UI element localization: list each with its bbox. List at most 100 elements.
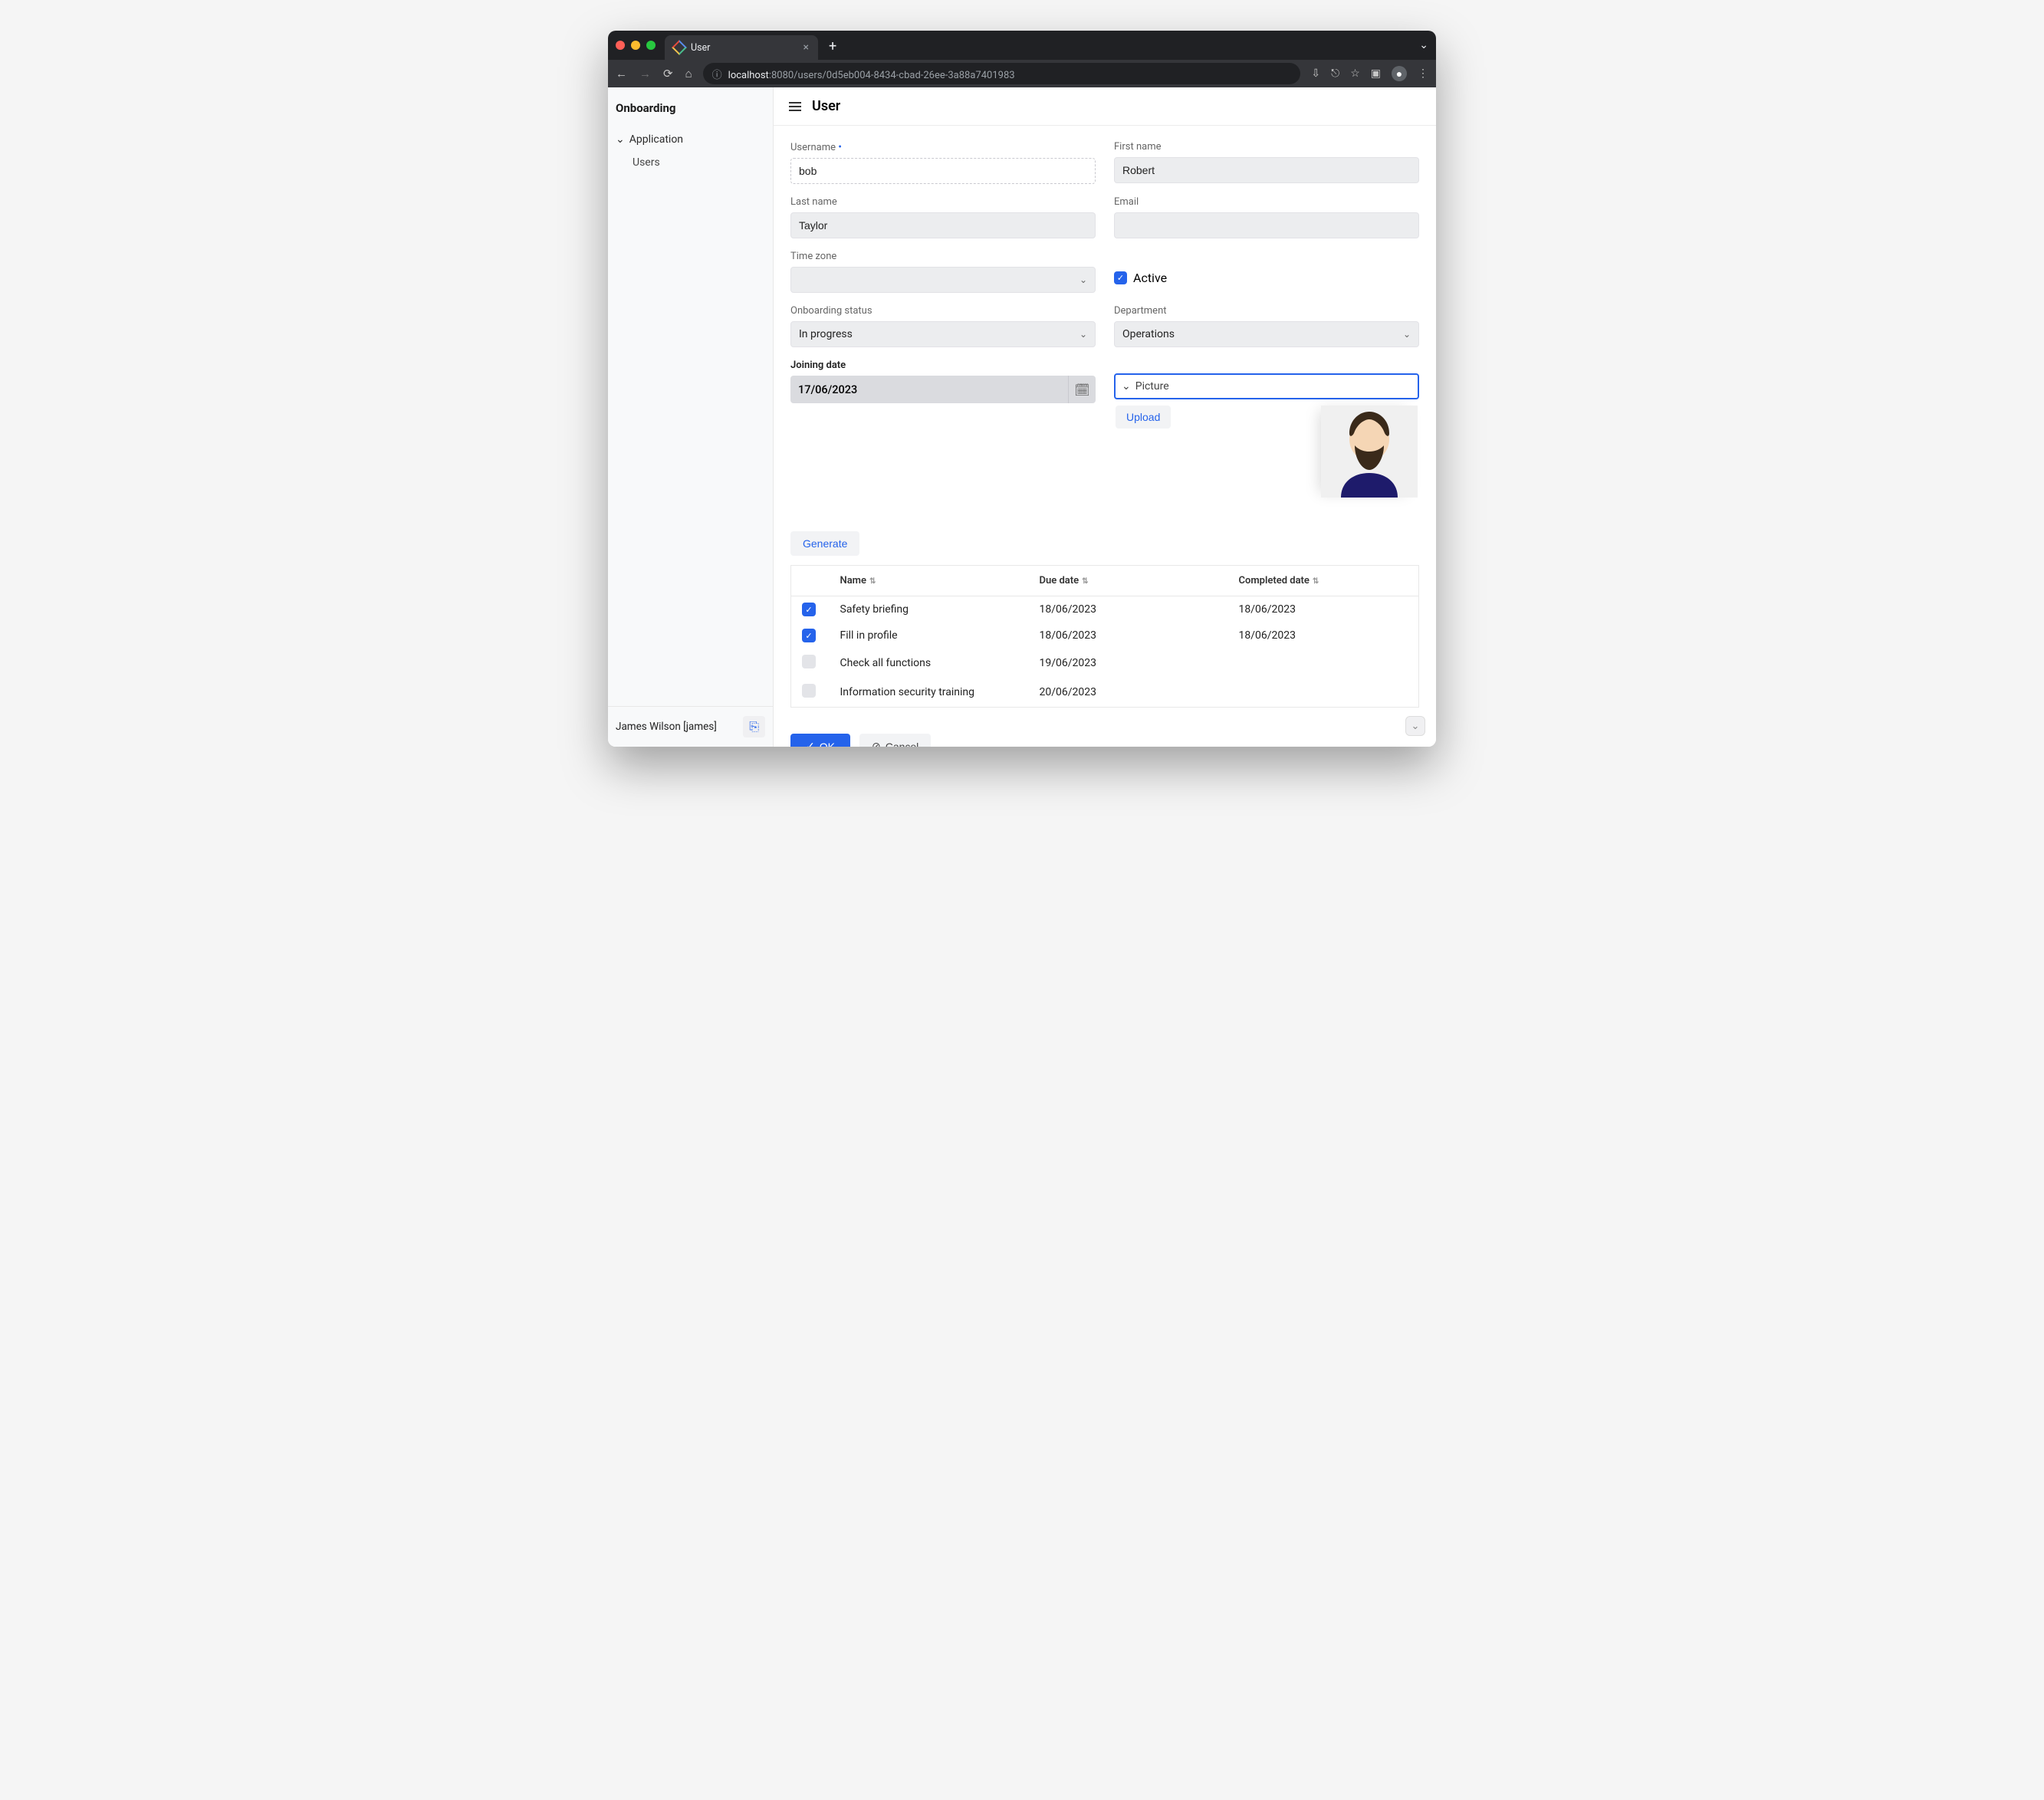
check-icon: ✓ <box>806 740 815 747</box>
column-completed[interactable]: Completed date⇅ <box>1228 566 1419 596</box>
install-icon[interactable]: ⇩ <box>1311 67 1320 80</box>
timezone-label: Time zone <box>790 251 1096 262</box>
share-icon[interactable]: ⎋ <box>1331 67 1339 80</box>
task-due: 18/06/2023 <box>1029 596 1228 623</box>
chevron-down-icon: ⌄ <box>1080 274 1087 285</box>
task-checkbox[interactable] <box>802 684 816 698</box>
task-due: 18/06/2023 <box>1029 622 1228 649</box>
table-row: Check all functions19/06/2023 <box>791 649 1419 678</box>
task-checkbox[interactable]: ✓ <box>802 629 816 642</box>
onboarding-label: Onboarding status <box>790 305 1096 317</box>
timezone-select[interactable]: ⌄ <box>790 267 1096 293</box>
table-row: ✓Safety briefing18/06/202318/06/2023 <box>791 596 1419 623</box>
task-due: 20/06/2023 <box>1029 678 1228 708</box>
field-firstname: First name <box>1114 141 1419 184</box>
username-input[interactable] <box>790 158 1096 184</box>
browser-tab[interactable]: User × <box>665 35 818 60</box>
chevron-down-icon: ⌄ <box>1403 329 1411 340</box>
new-tab-icon[interactable]: + <box>829 38 836 54</box>
active-label: Active <box>1133 271 1167 285</box>
field-department: Department Operations ⌄ <box>1114 305 1419 347</box>
maximize-window-icon[interactable] <box>646 41 656 50</box>
chevron-down-icon: ⌄ <box>616 133 625 146</box>
field-lastname: Last name <box>790 196 1096 238</box>
field-active: ✓ Active <box>1114 251 1419 293</box>
sidebar-footer: James Wilson [james] ⎘ <box>608 706 773 747</box>
minimize-window-icon[interactable] <box>631 41 640 50</box>
column-due[interactable]: Due date⇅ <box>1029 566 1228 596</box>
field-timezone: Time zone ⌄ <box>790 251 1096 293</box>
tab-title: User <box>691 42 797 54</box>
main-header: User <box>774 87 1436 126</box>
profile-icon[interactable]: ● <box>1392 66 1407 81</box>
field-email: Email <box>1114 196 1419 238</box>
sidebar-title: Onboarding <box>608 98 773 129</box>
logout-icon[interactable]: ⎘ <box>743 716 765 737</box>
main: User Username • First name Last name Ema… <box>774 87 1436 747</box>
column-name[interactable]: Name⇅ <box>830 566 1029 596</box>
department-select[interactable]: Operations ⌄ <box>1114 321 1419 347</box>
task-completed <box>1228 649 1419 678</box>
picture-panel-header[interactable]: ⌄ Picture <box>1114 373 1419 399</box>
joining-label: Joining date <box>790 360 1096 371</box>
sidebar-section-application[interactable]: ⌄ Application <box>608 129 773 150</box>
calendar-icon[interactable]: 🗓 <box>1068 376 1096 403</box>
sidebar-item-label: Users <box>633 156 660 169</box>
sidebar-item-users[interactable]: Users <box>608 150 773 175</box>
task-name: Fill in profile <box>830 622 1029 649</box>
url-path: :8080/users/0d5eb004-8434-cbad-26ee-3a88… <box>769 70 1015 81</box>
task-completed: 18/06/2023 <box>1228 596 1419 623</box>
dev-tool-icon[interactable]: ⌄ <box>1405 716 1425 736</box>
ok-button[interactable]: ✓ OK <box>790 734 850 747</box>
page-title: User <box>812 98 840 114</box>
email-label: Email <box>1114 196 1419 208</box>
cancel-button[interactable]: ⊘ Cancel <box>859 734 931 747</box>
username-label: Username • <box>790 141 1096 153</box>
required-indicator: • <box>838 141 842 153</box>
addressbar: ← → ⟳ ⌂ ⓘ localhost:8080/users/0d5eb004-… <box>608 60 1436 87</box>
window-controls <box>616 41 656 50</box>
task-completed <box>1228 678 1419 708</box>
action-bar: ✓ OK ⊘ Cancel <box>774 723 1436 747</box>
generate-button[interactable]: Generate <box>790 531 859 556</box>
cancel-icon: ⊘ <box>872 740 881 747</box>
task-name: Information security training <box>830 678 1029 708</box>
menu-icon[interactable]: ⋮ <box>1418 67 1428 80</box>
firstname-label: First name <box>1114 141 1419 153</box>
url-host: localhost <box>728 70 769 81</box>
task-name: Safety briefing <box>830 596 1029 623</box>
url-bar[interactable]: ⓘ localhost:8080/users/0d5eb004-8434-cba… <box>703 63 1301 84</box>
current-user-label: James Wilson [james] <box>616 721 717 733</box>
firstname-input[interactable] <box>1114 157 1419 183</box>
chevron-down-icon: ⌄ <box>1122 380 1131 393</box>
sort-icon: ⇅ <box>1082 577 1088 586</box>
lastname-input[interactable] <box>790 212 1096 238</box>
department-value: Operations <box>1122 328 1175 340</box>
back-icon[interactable]: ← <box>616 67 627 80</box>
joining-date-input[interactable]: 17/06/2023 🗓 <box>790 376 1096 403</box>
task-completed: 18/06/2023 <box>1228 622 1419 649</box>
forward-icon[interactable]: → <box>639 67 651 80</box>
close-window-icon[interactable] <box>616 41 625 50</box>
active-checkbox[interactable]: ✓ <box>1114 271 1127 284</box>
toolbar-icons: ⇩ ⎋ ☆ ▣ ● ⋮ <box>1311 66 1428 81</box>
onboarding-value: In progress <box>799 328 853 340</box>
upload-button[interactable]: Upload <box>1116 406 1171 429</box>
task-checkbox[interactable] <box>802 655 816 668</box>
onboarding-select[interactable]: In progress ⌄ <box>790 321 1096 347</box>
nav-icons: ← → ⟳ ⌂ <box>616 67 692 80</box>
reload-icon[interactable]: ⟳ <box>663 67 673 80</box>
task-due: 19/06/2023 <box>1029 649 1228 678</box>
email-input[interactable] <box>1114 212 1419 238</box>
bookmark-icon[interactable]: ☆ <box>1350 67 1360 80</box>
close-tab-icon[interactable]: × <box>803 41 809 54</box>
home-icon[interactable]: ⌂ <box>685 67 692 80</box>
panel-icon[interactable]: ▣ <box>1371 67 1381 80</box>
tabs-menu-icon[interactable]: ⌄ <box>1419 39 1428 51</box>
task-checkbox[interactable]: ✓ <box>802 603 816 616</box>
browser-window: User × + ⌄ ← → ⟳ ⌂ ⓘ localhost:8080/user… <box>608 31 1436 747</box>
joining-date-value: 17/06/2023 <box>790 383 1068 396</box>
site-info-icon[interactable]: ⓘ <box>712 67 722 81</box>
sort-icon: ⇅ <box>1313 577 1319 586</box>
menu-toggle-icon[interactable] <box>789 100 801 113</box>
